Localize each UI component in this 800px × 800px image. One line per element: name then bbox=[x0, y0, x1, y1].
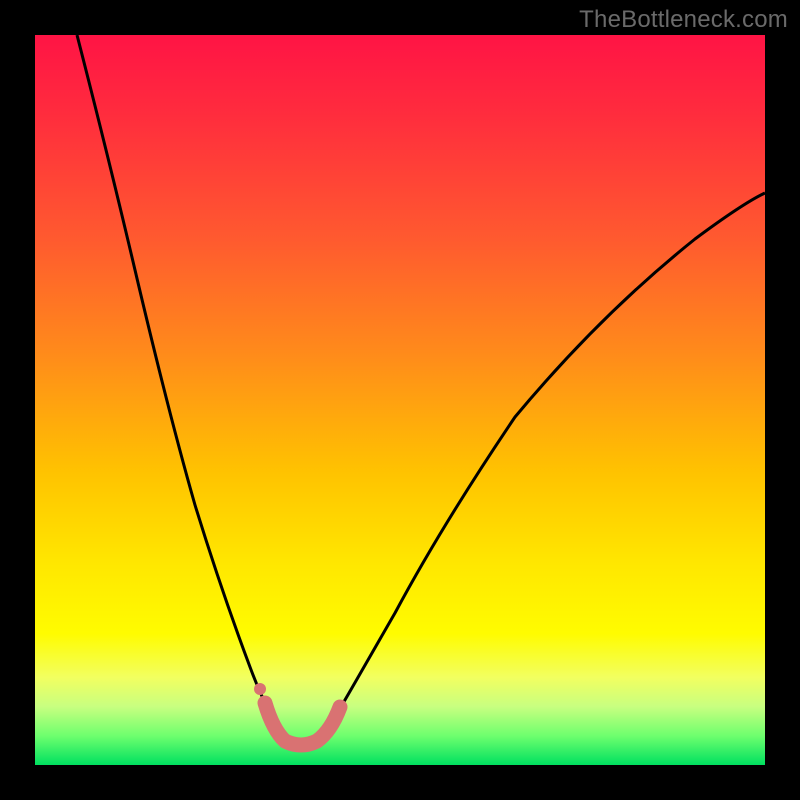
curve-left-branch bbox=[77, 35, 269, 711]
plot-area bbox=[35, 35, 765, 765]
watermark-text: TheBottleneck.com bbox=[579, 6, 788, 34]
highlight-dot bbox=[254, 683, 266, 695]
curve-layer bbox=[35, 35, 765, 765]
curve-right-branch bbox=[335, 193, 765, 717]
valley-highlight bbox=[265, 703, 340, 745]
chart-frame: TheBottleneck.com bbox=[0, 0, 800, 800]
